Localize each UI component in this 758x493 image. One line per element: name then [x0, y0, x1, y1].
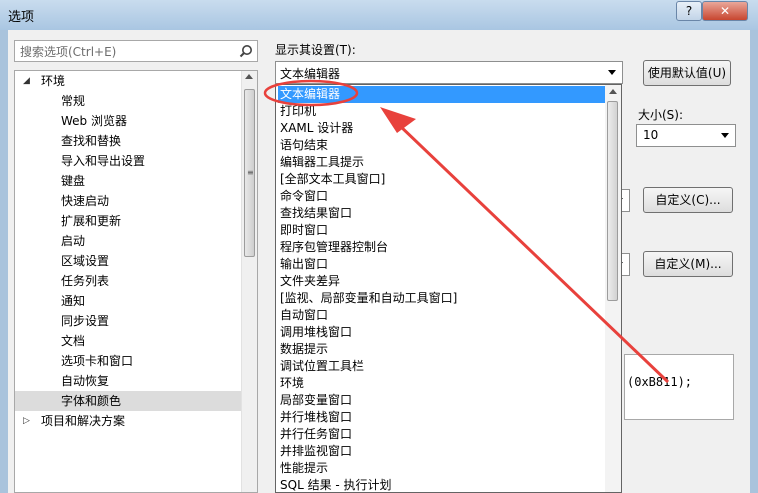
tree-item[interactable]: 常规	[15, 91, 241, 111]
search-icon[interactable]	[239, 44, 253, 58]
tree-item[interactable]: 文档	[15, 331, 241, 351]
dropdown-option[interactable]: 程序包管理器控制台	[278, 239, 608, 256]
dropdown-option[interactable]: 数据提示	[278, 341, 608, 358]
dropdown-option[interactable]: 自动窗口	[278, 307, 608, 324]
tree-item[interactable]: 键盘	[15, 171, 241, 191]
tree-item-label: 扩展和更新	[61, 214, 122, 228]
tree-item-label: 自动恢复	[61, 374, 110, 388]
tree-item[interactable]: 启动	[15, 231, 241, 251]
tree-scrollbar[interactable]: ≡	[241, 71, 257, 492]
scroll-up-arrow-icon[interactable]	[245, 74, 253, 79]
tree-item-label: 环境	[41, 74, 66, 88]
dropdown-option[interactable]: 编辑器工具提示	[278, 154, 608, 171]
dropdown-option[interactable]: 调试位置工具栏	[278, 358, 608, 375]
chevron-down-icon[interactable]	[608, 70, 616, 75]
dropdown-option[interactable]: 调用堆栈窗口	[278, 324, 608, 341]
tree-item-label: 启动	[61, 234, 86, 248]
dropdown-option[interactable]: 语句结束	[278, 137, 608, 154]
tree-item[interactable]: 同步设置	[15, 311, 241, 331]
tree-item-label: 常规	[61, 94, 86, 108]
expand-arrow-icon[interactable]: ◢	[23, 71, 30, 91]
tree-item[interactable]: 通知	[15, 291, 241, 311]
dropdown-option[interactable]: 打印机	[278, 103, 608, 120]
window-title: 选项	[8, 10, 35, 25]
tree-item[interactable]: 任务列表	[15, 271, 241, 291]
show-settings-for-dropdown-list[interactable]: SQL 结果 - 执行计划 性能提示 并排监视窗口 并行任务窗口 并行堆栈窗口 局部变量窗…	[275, 84, 622, 493]
search-box[interactable]	[14, 40, 258, 62]
dropdown-option[interactable]: [全部文本工具窗口]	[278, 171, 608, 188]
dropdown-option[interactable]: 性能提示	[278, 460, 608, 477]
tree-item[interactable]: 导入和导出设置	[15, 151, 241, 171]
tree-item-label: 区域设置	[61, 254, 110, 268]
scroll-up-arrow-icon[interactable]	[609, 89, 617, 94]
size-combo[interactable]: 10	[636, 124, 736, 147]
custom-background-button[interactable]: 自定义(M)...	[643, 251, 733, 277]
dropdown-option[interactable]: [监视、局部变量和自动工具窗口]	[278, 290, 608, 307]
tree-item[interactable]: 区域设置	[15, 251, 241, 271]
show-settings-for-value: 文本编辑器	[280, 67, 341, 81]
tree-item-label: 同步设置	[61, 314, 110, 328]
tree-item-label: 键盘	[61, 174, 86, 188]
tree-item-label: Web 浏览器	[61, 114, 127, 128]
tree-item[interactable]: 查找和替换	[15, 131, 241, 151]
tree-item[interactable]: ▷ 项目和解决方案	[15, 411, 241, 431]
show-settings-for-combo[interactable]: 文本编辑器	[275, 61, 623, 84]
tree-item[interactable]: 扩展和更新	[15, 211, 241, 231]
dropdown-option[interactable]: 查找结果窗口	[278, 205, 608, 222]
dropdown-option[interactable]: 即时窗口	[278, 222, 608, 239]
dropdown-option[interactable]: 并行任务窗口	[278, 426, 608, 443]
close-button[interactable]: ✕	[702, 1, 748, 21]
help-button[interactable]: ?	[676, 1, 702, 21]
search-input[interactable]	[18, 42, 232, 62]
tree-item-label: 项目和解决方案	[41, 414, 126, 428]
tree-item[interactable]: 字体和颜色	[15, 391, 241, 411]
tree-item-label: 任务列表	[61, 274, 110, 288]
dropdown-option[interactable]: 文件夹差异	[278, 273, 608, 290]
title-bar: 选项 ? ✕	[0, 0, 758, 30]
sample-preview: (0xB811);	[624, 354, 734, 420]
dropdown-scrollbar[interactable]	[605, 85, 621, 492]
preview-text: (0xB811);	[627, 375, 693, 389]
tree-item-label: 通知	[61, 294, 86, 308]
tree-item[interactable]: 选项卡和窗口	[15, 351, 241, 371]
dropdown-option[interactable]: 文本编辑器	[278, 86, 608, 103]
tree-item-label: 快速启动	[61, 194, 110, 208]
tree-item[interactable]: Web 浏览器	[15, 111, 241, 131]
dropdown-scrollbar-thumb[interactable]	[607, 101, 618, 301]
custom-foreground-button[interactable]: 自定义(C)...	[643, 187, 733, 213]
size-label: 大小(S):	[638, 108, 684, 122]
tree-item-label: 文档	[61, 334, 86, 348]
grip-icon: ≡	[247, 168, 254, 177]
tree-item-label: 导入和导出设置	[61, 154, 146, 168]
collapse-arrow-icon[interactable]: ▷	[23, 411, 30, 431]
tree-scrollbar-thumb[interactable]: ≡	[244, 89, 255, 257]
use-defaults-button[interactable]: 使用默认值(U)	[643, 60, 731, 86]
tree-item[interactable]: 快速启动	[15, 191, 241, 211]
show-settings-for-label: 显示其设置(T):	[275, 43, 356, 57]
options-tree[interactable]: ▷ 项目和解决方案 字体和颜色 自动恢复 选项卡和窗口 文档 同步设置 通知 任务列表 区域设置 启…	[14, 70, 258, 493]
dropdown-option[interactable]: 命令窗口	[278, 188, 608, 205]
size-value: 10	[643, 128, 659, 142]
dropdown-option[interactable]: 局部变量窗口	[278, 392, 608, 409]
tree-item-label: 选项卡和窗口	[61, 354, 134, 368]
dropdown-option[interactable]: XAML 设计器	[278, 120, 608, 137]
dropdown-option[interactable]: 并行堆栈窗口	[278, 409, 608, 426]
chevron-down-icon[interactable]	[721, 133, 729, 138]
tree-item-label: 字体和颜色	[61, 394, 122, 408]
dropdown-option[interactable]: 环境	[278, 375, 608, 392]
dropdown-option[interactable]: SQL 结果 - 执行计划	[278, 477, 608, 492]
dropdown-option[interactable]: 输出窗口	[278, 256, 608, 273]
dropdown-option[interactable]: 并排监视窗口	[278, 443, 608, 460]
tree-item[interactable]: 自动恢复	[15, 371, 241, 391]
tree-item[interactable]: ◢ 环境	[15, 71, 241, 91]
tree-item-label: 查找和替换	[61, 134, 122, 148]
